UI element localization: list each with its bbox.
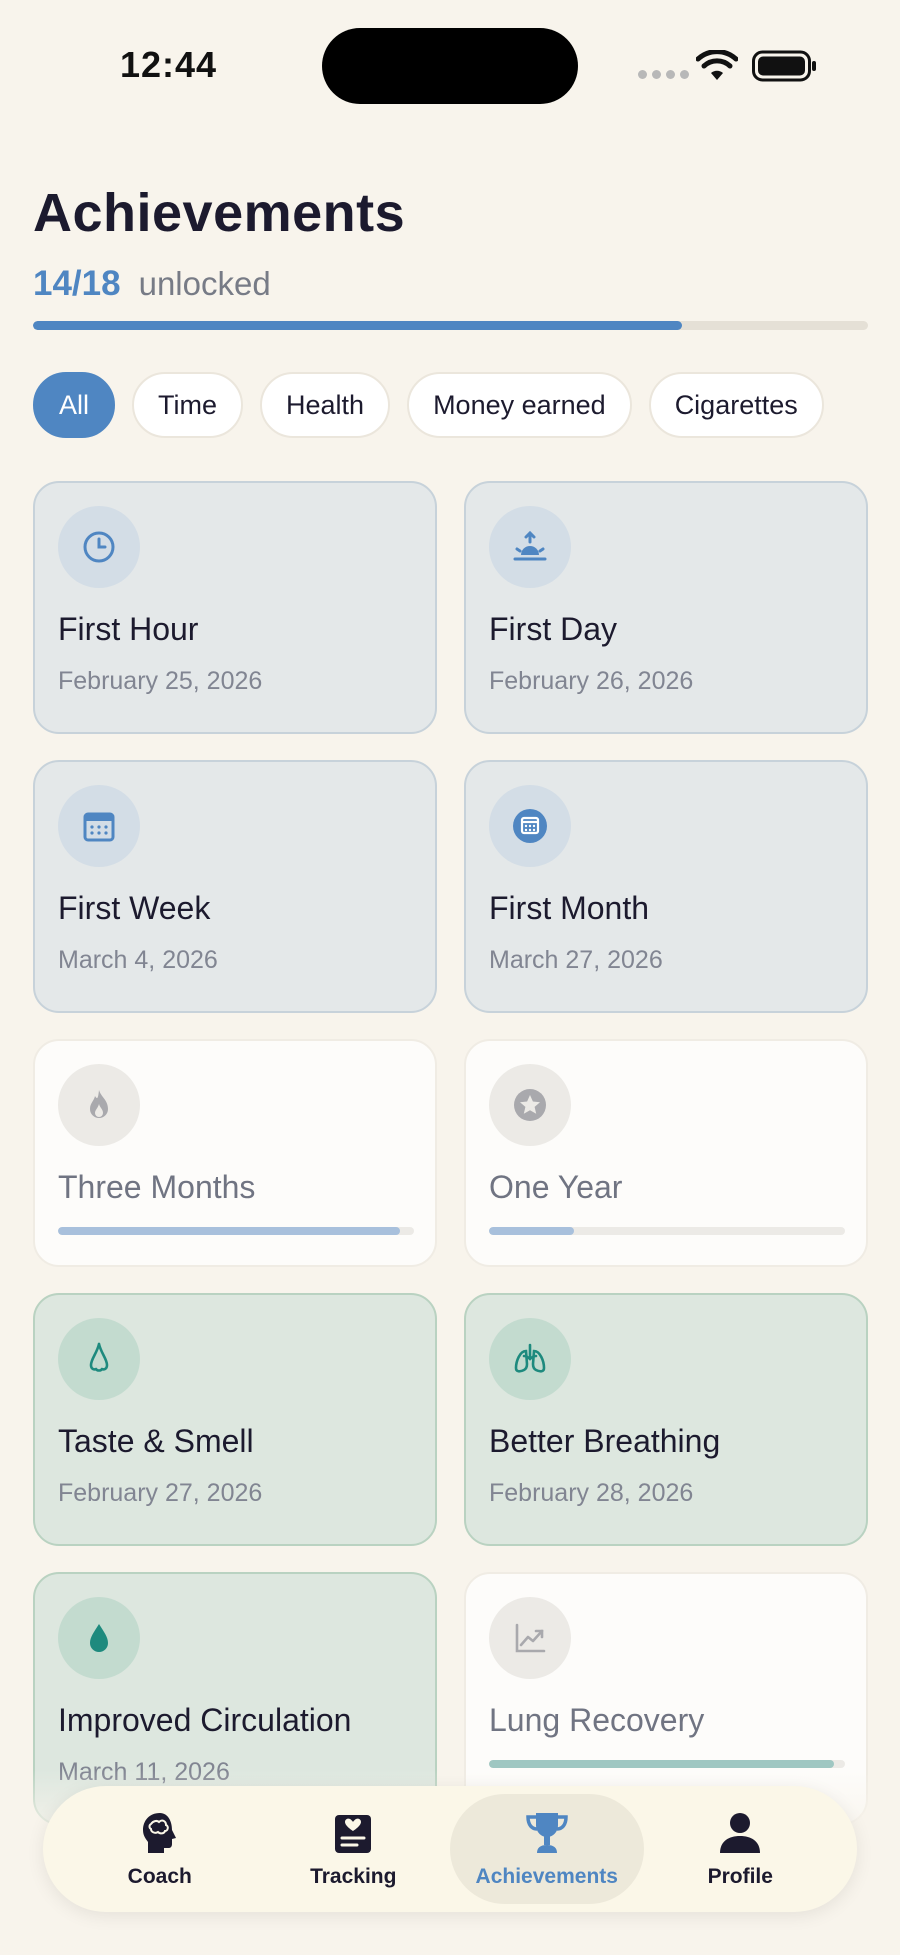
overall-progress-fill (33, 321, 683, 330)
achievement-progress-bar (489, 1760, 845, 1768)
filter-chip-money-earned[interactable]: Money earned (407, 372, 632, 438)
nav-tab-achievements[interactable]: Achievements (450, 1794, 644, 1904)
achievement-progress-bar (489, 1227, 845, 1235)
achievement-date: March 4, 2026 (58, 946, 218, 974)
calendar-icon (58, 785, 140, 867)
bottom-nav: Coach Tracking Achievements Profile (43, 1786, 857, 1912)
trophy-icon (525, 1813, 568, 1853)
achievement-card-one-year[interactable]: One Year (464, 1039, 868, 1267)
achievement-title: First Week (58, 890, 211, 926)
journal-icon (335, 1815, 372, 1853)
achievement-title: One Year (489, 1169, 623, 1205)
achievement-progress-bar (58, 1227, 414, 1235)
achievement-date: February 28, 2026 (489, 1479, 694, 1507)
achievement-date: February 27, 2026 (58, 1479, 263, 1507)
achievement-card-first-hour[interactable]: First Hour February 25, 2026 (33, 481, 437, 734)
overall-progress-bar (33, 321, 868, 330)
achievement-card-taste-smell[interactable]: Taste & Smell February 27, 2026 (33, 1293, 437, 1546)
achievement-title: First Month (489, 890, 650, 926)
nav-tab-profile[interactable]: Profile (644, 1794, 838, 1904)
nav-label: Achievements (475, 1865, 618, 1888)
achievement-card-three-months[interactable]: Three Months (33, 1039, 437, 1267)
unlocked-label: unlocked (138, 265, 271, 302)
status-time: 12:44 (120, 44, 218, 85)
battery-icon (752, 50, 816, 82)
achievement-title: Three Months (58, 1169, 256, 1205)
lungs-icon (489, 1318, 571, 1400)
signal-icon (638, 70, 689, 79)
nose-icon (58, 1318, 140, 1400)
achievement-title: Improved Circulation (58, 1702, 352, 1738)
unlocked-count: 14/18 (33, 264, 121, 303)
achievement-card-better-breathing[interactable]: Better Breathing February 28, 2026 (464, 1293, 868, 1546)
achievement-progress-fill (58, 1227, 400, 1235)
calendar-badge-icon (489, 785, 571, 867)
filter-chip-cigarettes[interactable]: Cigarettes (648, 372, 824, 438)
clock-icon (58, 506, 140, 588)
achievement-title: Taste & Smell (58, 1423, 254, 1459)
nav-tab-tracking[interactable]: Tracking (257, 1794, 451, 1904)
achievement-progress-fill (489, 1227, 575, 1235)
filter-chips: All Time Health Money earned Cigarettes (33, 372, 824, 438)
achievement-title: First Day (489, 611, 617, 647)
status-bar: 12:44 (0, 0, 900, 120)
achievement-progress-fill (489, 1760, 835, 1768)
achievement-card-first-day[interactable]: First Day February 26, 2026 (464, 481, 868, 734)
drop-icon (58, 1597, 140, 1679)
nav-label: Coach (127, 1865, 192, 1888)
nav-label: Tracking (310, 1865, 397, 1888)
filter-chip-health[interactable]: Health (260, 372, 391, 438)
achievement-title: Lung Recovery (489, 1702, 705, 1738)
achievement-date: March 27, 2026 (489, 946, 663, 974)
nav-label: Profile (707, 1865, 773, 1888)
flame-icon (58, 1064, 140, 1146)
achievement-card-first-week[interactable]: First Week March 4, 2026 (33, 760, 437, 1013)
dynamic-island (322, 28, 578, 104)
achievement-title: Better Breathing (489, 1423, 721, 1459)
person-icon (720, 1813, 761, 1853)
achievement-card-first-month[interactable]: First Month March 27, 2026 (464, 760, 868, 1013)
brain-head-icon (142, 1813, 176, 1853)
page-title: Achievements (33, 183, 406, 243)
achievement-date: February 26, 2026 (489, 667, 694, 695)
achievement-title: First Hour (58, 611, 199, 647)
achievement-date: February 25, 2026 (58, 667, 263, 695)
sunrise-icon (489, 506, 571, 588)
nav-tab-coach[interactable]: Coach (63, 1794, 257, 1904)
chart-icon (489, 1597, 571, 1679)
filter-chip-time[interactable]: Time (132, 372, 244, 438)
unlocked-summary: 14/18 unlocked (33, 264, 271, 304)
wifi-icon (696, 50, 738, 80)
filter-chip-all[interactable]: All (33, 372, 116, 438)
star-icon (489, 1064, 571, 1146)
